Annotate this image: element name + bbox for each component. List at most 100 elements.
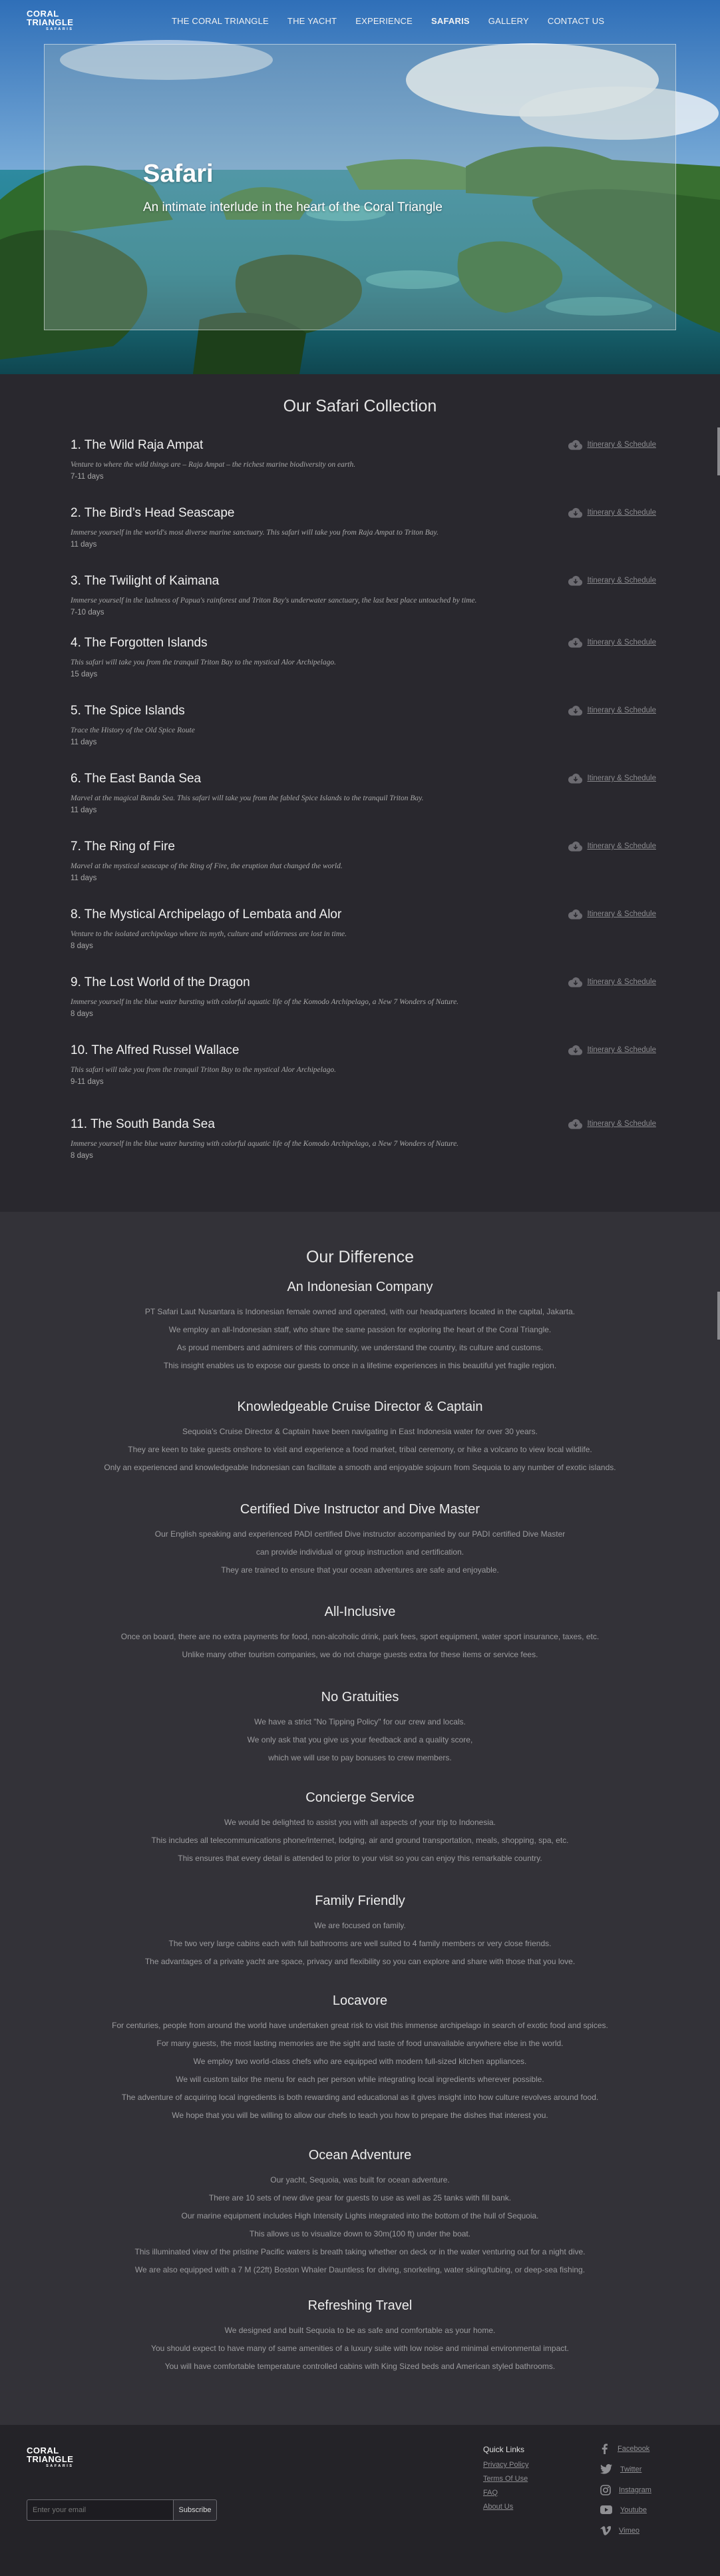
safari-description: Immerse yourself in the blue water burst… (71, 998, 459, 1006)
itinerary-label: Itinerary & Schedule (587, 842, 656, 850)
difference-title: Certified Dive Instructor and Dive Maste… (240, 1502, 480, 1517)
vimeo-icon (600, 2526, 611, 2535)
nav-coral-triangle[interactable]: THE CORAL TRIANGLE (172, 16, 269, 26)
itinerary-label: Itinerary & Schedule (587, 1120, 656, 1128)
brand-logo[interactable]: CORAL TRIANGLE SAFARIS (27, 9, 73, 32)
safari-description: Immerse yourself in the world's most div… (71, 529, 439, 537)
safari-item: 10. The Alfred Russel Wallace This safari… (71, 1043, 656, 1086)
safari-description: Immerse yourself in the blue water burst… (71, 1140, 459, 1148)
itinerary-link[interactable]: Itinerary & Schedule (568, 977, 656, 987)
link-privacy-policy[interactable]: Privacy Policy (483, 2461, 528, 2469)
difference-block: All-Inclusive Once on board, there are no… (0, 1605, 720, 1664)
hero-overlay-frame (44, 44, 676, 330)
instagram-icon (600, 2485, 611, 2495)
difference-title: Knowledgeable Cruise Director & Captain (237, 1400, 483, 1414)
link-about-us[interactable]: About Us (483, 2503, 513, 2511)
difference-line: We designed and built Sequoia to be as s… (224, 2326, 496, 2335)
difference-line: Unlike many other tourism companies, we … (182, 1650, 538, 1659)
difference-line: We are focused on family. (314, 1921, 406, 1930)
safari-description: This safari will take you from the tranq… (71, 658, 336, 666)
cloud-download-icon (568, 977, 583, 987)
safari-item: 7. The Ring of Fire Marvel at the mystica… (71, 840, 656, 882)
safari-description: Immerse yourself in the lushness of Papu… (71, 597, 477, 605)
difference-line: They are keen to take guests onshore to … (128, 1445, 592, 1454)
nav-contact-us[interactable]: CONTACT US (548, 16, 604, 26)
difference-line: You will have comfortable temperature co… (164, 2362, 556, 2371)
safari-duration: 9-11 days (71, 1078, 104, 1086)
itinerary-link[interactable]: Itinerary & Schedule (568, 773, 656, 784)
nav-safaris[interactable]: SAFARIS (431, 16, 470, 26)
cloud-download-icon (568, 439, 583, 450)
scrollbar-thumb[interactable] (717, 427, 720, 475)
facebook-icon (602, 2444, 608, 2454)
itinerary-link[interactable]: Itinerary & Schedule (568, 705, 656, 716)
safari-item: 6. The East Banda Sea Marvel at the magic… (71, 772, 656, 814)
itinerary-link[interactable]: Itinerary & Schedule (568, 575, 656, 586)
difference-block: Ocean Adventure Our yacht, Sequoia, was b… (0, 2148, 720, 2279)
safari-duration: 7-10 days (71, 609, 104, 617)
collection-heading: Our Safari Collection (283, 397, 437, 415)
safari-description: Marvel at the mystical seascape of the R… (71, 862, 343, 870)
difference-line: Sequoia's Cruise Director & Captain have… (182, 1427, 538, 1436)
cloud-download-icon (568, 841, 583, 852)
difference-line: which we will use to pay bonuses to crew… (268, 1753, 452, 1762)
itinerary-link[interactable]: Itinerary & Schedule (568, 637, 656, 648)
safari-duration: 11 days (71, 806, 97, 814)
itinerary-label: Itinerary & Schedule (587, 577, 656, 585)
difference-line: The adventure of acquiring local ingredi… (121, 2093, 599, 2102)
difference-line: The two very large cabins each with full… (168, 1939, 552, 1948)
email-input[interactable] (27, 2499, 173, 2521)
subscribe-button[interactable]: Subscribe (173, 2499, 217, 2521)
social-vimeo[interactable]: Vimeo (600, 2526, 639, 2535)
safari-description: Marvel at the magical Banda Sea. This sa… (71, 794, 424, 802)
difference-title: No Gratuities (321, 1690, 399, 1704)
itinerary-link[interactable]: Itinerary & Schedule (568, 1045, 656, 1055)
difference-line: We will custom tailor the menu for each … (176, 2075, 544, 2084)
difference-section: Our Difference An Indonesian Company PT S… (0, 1212, 720, 2425)
twitter-icon (600, 2464, 612, 2474)
cloud-download-icon (568, 1119, 583, 1129)
link-terms-of-use[interactable]: Terms Of Use (483, 2475, 528, 2483)
social-twitter[interactable]: Twitter (600, 2464, 641, 2474)
safari-item: 2. The Bird’s Head Seascape Immerse yours… (71, 506, 656, 549)
difference-line: This allows us to visualize down to 30m(… (249, 2229, 471, 2238)
nav-experience[interactable]: EXPERIENCE (355, 16, 413, 26)
safari-item: 3. The Twilight of Kaimana Immerse yourse… (71, 574, 656, 617)
difference-line: The advantages of a private yacht are sp… (144, 1957, 576, 1966)
itinerary-link[interactable]: Itinerary & Schedule (568, 1119, 656, 1129)
nav-yacht[interactable]: THE YACHT (287, 16, 337, 26)
social-youtube[interactable]: Youtube (600, 2505, 647, 2514)
footer: CORAL TRIANGLE SAFARIS Subscribe Quick L… (0, 2425, 720, 2576)
cloud-download-icon (568, 507, 583, 518)
difference-block: Refreshing Travel We designed and built S… (0, 2298, 720, 2376)
quick-links-title: Quick Links (483, 2445, 525, 2454)
difference-block: Certified Dive Instructor and Dive Maste… (0, 1502, 720, 1579)
itinerary-label: Itinerary & Schedule (587, 978, 656, 986)
logo-line-2: TRIANGLE (27, 2454, 74, 2464)
safari-duration: 8 days (71, 942, 93, 950)
difference-block: No Gratuities We have a strict "No Tippin… (0, 1690, 720, 1767)
difference-line: can provide individual or group instruct… (256, 1547, 464, 1557)
itinerary-link[interactable]: Itinerary & Schedule (568, 439, 656, 450)
difference-line: This includes all telecommunications pho… (151, 1836, 569, 1845)
difference-line: You should expect to have many of same a… (151, 2344, 569, 2353)
link-faq[interactable]: FAQ (483, 2489, 498, 2497)
difference-line: For centuries, people from around the wo… (112, 2021, 608, 2030)
footer-logo[interactable]: CORAL TRIANGLE SAFARIS (27, 2446, 73, 2469)
page: CORAL TRIANGLE SAFARIS THE CORAL TRIANGL… (0, 0, 720, 2576)
itinerary-link[interactable]: Itinerary & Schedule (568, 507, 656, 518)
difference-title: Concierge Service (305, 1790, 415, 1805)
difference-block: An Indonesian Company PT Safari Laut Nusa… (0, 1280, 720, 1375)
difference-line: We employ an all-Indonesian staff, who s… (168, 1325, 552, 1334)
safari-description: Trace the History of the Old Spice Route (71, 726, 195, 734)
cloud-download-icon (568, 1045, 583, 1055)
nav-gallery[interactable]: GALLERY (488, 16, 529, 26)
itinerary-link[interactable]: Itinerary & Schedule (568, 909, 656, 919)
difference-line: There are 10 sets of new dive gear for g… (208, 2193, 512, 2202)
difference-line: We would be delighted to assist you with… (224, 1818, 496, 1827)
social-facebook[interactable]: Facebook (600, 2444, 649, 2454)
difference-line: Our marine equipment includes High Inten… (181, 2211, 539, 2220)
itinerary-link[interactable]: Itinerary & Schedule (568, 841, 656, 852)
difference-block: Family Friendly We are focused on family.… (0, 1894, 720, 1971)
social-instagram[interactable]: Instagram (600, 2485, 651, 2495)
